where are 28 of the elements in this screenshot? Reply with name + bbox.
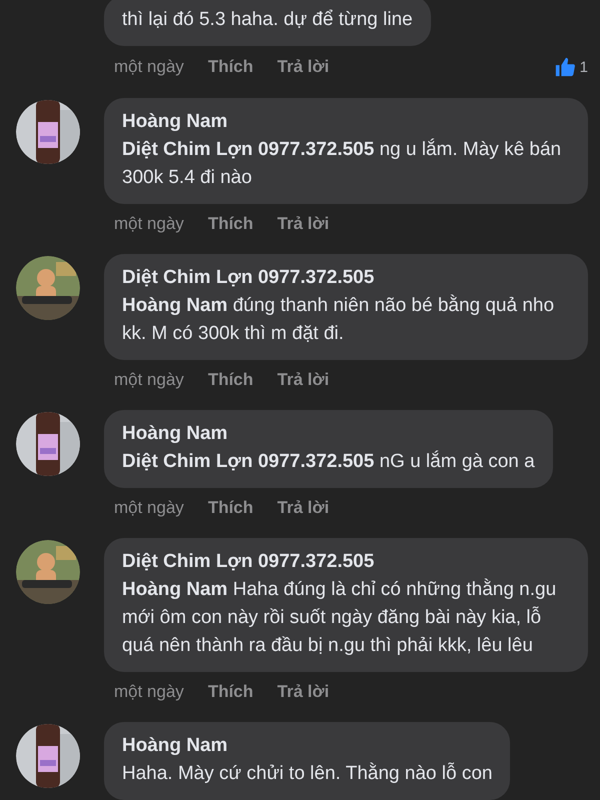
like-link[interactable]: Thích — [208, 370, 254, 390]
comment-time: một ngày — [114, 370, 184, 390]
thumbs-up-icon — [554, 56, 576, 78]
comment-author[interactable]: Hoàng Nam — [122, 420, 535, 448]
comment-time: một ngày — [114, 57, 184, 77]
comment-time: một ngày — [114, 214, 184, 234]
like-link[interactable]: Thích — [208, 682, 254, 702]
comment-author[interactable]: Diệt Chim Lợn 0977.372.505 — [122, 264, 570, 292]
comment-text: thì lại đó 5.3 haha. dự để từng line — [122, 8, 413, 32]
comment-time: một ngày — [114, 498, 184, 518]
reply-link[interactable]: Trả lời — [277, 498, 330, 518]
comment-author[interactable]: Hoàng Nam — [122, 108, 570, 136]
comment-text: Diệt Chim Lợn 0977.372.505 nG u lắm gà con a — [122, 450, 535, 474]
like-link[interactable]: Thích — [208, 57, 254, 77]
comment-text: Diệt Chim Lợn 0977.372.505 ng u lắm. Mày kê bán 300k 5.4 đi nào — [122, 138, 562, 190]
reply-link[interactable]: Trả lời — [277, 370, 330, 390]
like-count: 1 — [580, 58, 588, 76]
comment-text: Haha. Mày cứ chửi to lên. Thằng nào lỗ con — [122, 762, 492, 786]
comment-author[interactable]: Hoàng Nam — [122, 732, 492, 760]
reply-link[interactable]: Trả lời — [277, 214, 330, 234]
reply-link[interactable]: Trả lời — [277, 682, 330, 702]
like-link[interactable]: Thích — [208, 498, 254, 518]
comment-time: một ngày — [114, 682, 184, 702]
reply-link[interactable]: Trả lời — [277, 57, 330, 77]
comment-author[interactable]: Diệt Chim Lợn 0977.372.505 — [122, 548, 570, 576]
like-link[interactable]: Thích — [208, 214, 254, 234]
comment-text: Hoàng Nam đúng thanh niên não bé bằng quả nho kk. M có 300k thì m đặt đi. — [122, 294, 556, 346]
comment-text: Hoàng Nam Haha đúng là chỉ có những thằng n.gu mới ôm con này rồi suốt ngày đăng bài này kia, lỗ quá nên thành ra đầu bị n.gu thì phải kkk, lêu lêu — [122, 578, 558, 658]
